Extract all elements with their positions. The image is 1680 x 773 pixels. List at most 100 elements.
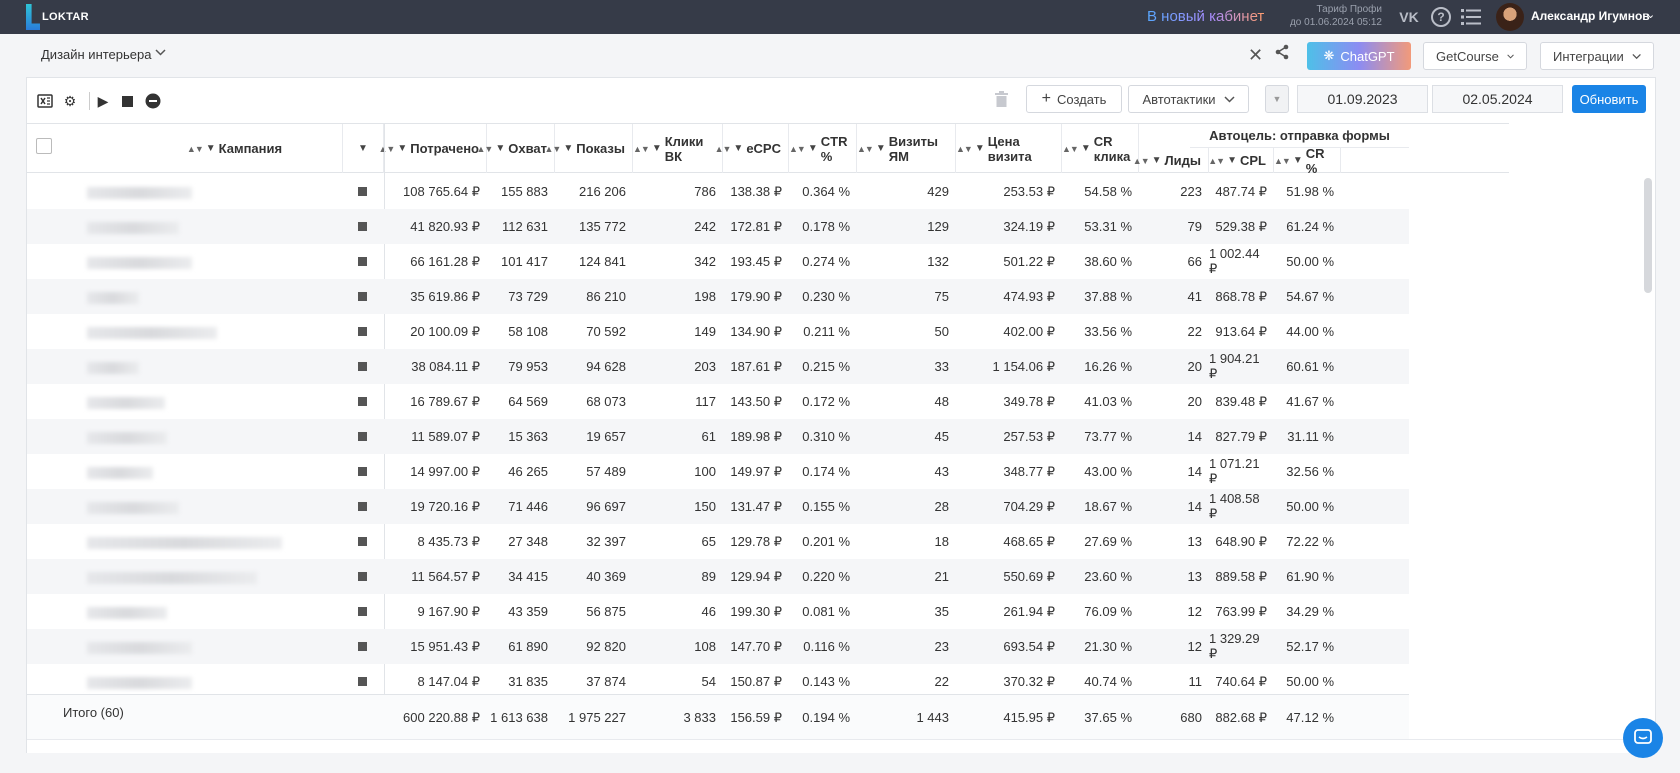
- filter-icon[interactable]: ▼: [1227, 155, 1237, 166]
- campaign-name-cell[interactable]: [27, 524, 384, 559]
- campaign-status-stop-icon[interactable]: [358, 607, 367, 616]
- campaign-name-cell[interactable]: [27, 314, 384, 349]
- sort-icon[interactable]: ▲▼: [715, 144, 732, 154]
- table-row[interactable]: 108 765.64 ₽ 155 883 216 206 786 138.38 ₽ 0.3…: [27, 174, 1409, 209]
- campaign-status-stop-icon[interactable]: [358, 572, 367, 581]
- campaign-status-stop-icon[interactable]: [358, 467, 367, 476]
- table-row[interactable]: 35 619.86 ₽ 73 729 86 210 198 179.90 ₽ 0.230 …: [27, 279, 1409, 314]
- table-row[interactable]: 20 100.09 ₽ 58 108 70 592 149 134.90 ₽ 0.211 …: [27, 314, 1409, 349]
- table-row[interactable]: 8 147.04 ₽ 31 835 37 874 54 150.87 ₽ 0.143 % 2…: [27, 664, 1409, 694]
- period-dropdown-button[interactable]: ▼: [1265, 85, 1289, 113]
- table-row[interactable]: 16 789.67 ₽ 64 569 68 073 117 143.50 ₽ 0.172 …: [27, 384, 1409, 419]
- table-row[interactable]: 11 564.57 ₽ 34 415 40 369 89 129.94 ₽ 0.220 %…: [27, 559, 1409, 594]
- sort-icon[interactable]: ▲▼: [857, 144, 874, 154]
- table-row[interactable]: 14 997.00 ₽ 46 265 57 489 100 149.97 ₽ 0.174 …: [27, 454, 1409, 489]
- column-header[interactable]: ▲▼ ▼ CPL: [1208, 148, 1274, 173]
- sort-icon[interactable]: ▲▼: [545, 144, 562, 154]
- filter-icon[interactable]: ▼: [876, 143, 886, 154]
- campaign-status-stop-icon[interactable]: [358, 432, 367, 441]
- horizontal-scroll-area[interactable]: [27, 739, 1655, 753]
- filter-icon[interactable]: ▼: [1293, 155, 1303, 166]
- play-icon[interactable]: ▶: [94, 92, 112, 110]
- column-header[interactable]: ▲▼ ▼ CR клика: [1062, 124, 1139, 173]
- campaign-name-cell[interactable]: [27, 489, 384, 524]
- remove-circle-icon[interactable]: [144, 92, 162, 110]
- campaign-status-stop-icon[interactable]: [358, 257, 367, 266]
- user-name[interactable]: Александр Игумнов: [1531, 9, 1650, 23]
- sort-icon[interactable]: ▲▼: [1274, 156, 1291, 166]
- chatgpt-button[interactable]: ❋ ChatGPT: [1307, 42, 1411, 70]
- sort-icon[interactable]: ▲▼: [1062, 144, 1079, 154]
- trash-icon[interactable]: [995, 91, 1008, 111]
- table-row[interactable]: 9 167.90 ₽ 43 359 56 875 46 199.30 ₽ 0.081 % 3…: [27, 594, 1409, 629]
- filter-icon[interactable]: ▼: [1152, 155, 1162, 166]
- column-header[interactable]: ▲▼ ▼ Визиты ЯМ: [857, 124, 956, 173]
- breadcrumb[interactable]: Дизайн интерьера: [41, 47, 151, 62]
- sort-icon[interactable]: ▲▼: [477, 144, 494, 154]
- autotactics-dropdown[interactable]: Автотактики: [1128, 85, 1249, 113]
- table-row[interactable]: 38 084.11 ₽ 79 953 94 628 203 187.61 ₽ 0.215 …: [27, 349, 1409, 384]
- share-icon[interactable]: [1274, 44, 1290, 65]
- table-row[interactable]: 8 435.73 ₽ 27 348 32 397 65 129.78 ₽ 0.201 % 1…: [27, 524, 1409, 559]
- chevron-down-icon[interactable]: ⌄: [1646, 8, 1655, 21]
- sort-icon[interactable]: ▲▼: [187, 144, 204, 154]
- sort-icon[interactable]: ▲▼: [379, 144, 396, 154]
- campaign-name-cell[interactable]: [27, 384, 384, 419]
- date-from-input[interactable]: 01.09.2023: [1297, 85, 1428, 113]
- column-header[interactable]: ▲▼ ▼ Лиды: [1133, 148, 1209, 173]
- logo[interactable]: LOKTAR: [26, 4, 89, 30]
- filter-icon[interactable]: ▼: [495, 143, 505, 154]
- sort-icon[interactable]: ▲▼: [633, 144, 650, 154]
- help-icon[interactable]: ?: [1430, 6, 1452, 28]
- excel-export-icon[interactable]: [36, 92, 54, 110]
- campaign-status-stop-icon[interactable]: [358, 502, 367, 511]
- campaign-status-stop-icon[interactable]: [358, 187, 367, 196]
- menu-list-icon[interactable]: [1460, 6, 1482, 28]
- update-button[interactable]: Обновить: [1572, 85, 1646, 113]
- campaign-name-cell[interactable]: [27, 209, 384, 244]
- filter-icon[interactable]: ▼: [733, 143, 743, 154]
- chat-support-button[interactable]: [1623, 718, 1663, 758]
- getcourse-dropdown[interactable]: GetCourse: [1423, 42, 1527, 70]
- scrollbar-thumb[interactable]: [1644, 178, 1652, 293]
- sort-icon[interactable]: ▲▼: [956, 144, 973, 154]
- table-row[interactable]: 66 161.28 ₽ 101 417 124 841 342 193.45 ₽ 0.27…: [27, 244, 1409, 279]
- campaign-name-cell[interactable]: [27, 349, 384, 384]
- column-header[interactable]: ▲▼ ▼ Клики ВК: [633, 124, 723, 173]
- filter-icon[interactable]: ▼: [563, 143, 573, 154]
- filter-icon[interactable]: ▼: [206, 143, 216, 154]
- campaign-status-stop-icon[interactable]: [358, 677, 367, 686]
- column-header[interactable]: ▲▼ ▼ Показы: [545, 124, 633, 173]
- table-row[interactable]: 41 820.93 ₽ 112 631 135 772 242 172.81 ₽ 0.17…: [27, 209, 1409, 244]
- avatar[interactable]: [1496, 3, 1524, 31]
- campaign-name-cell[interactable]: [27, 559, 384, 594]
- vk-icon[interactable]: VK: [1398, 6, 1420, 28]
- campaign-name-cell[interactable]: [27, 664, 384, 694]
- sort-icon[interactable]: ▲▼: [1133, 156, 1150, 166]
- campaign-status-stop-icon[interactable]: [358, 397, 367, 406]
- campaign-name-cell[interactable]: [27, 594, 384, 629]
- column-header[interactable]: ▲▼ ▼ CR %: [1274, 146, 1341, 176]
- campaign-name-cell[interactable]: [27, 629, 384, 664]
- table-row[interactable]: 19 720.16 ₽ 71 446 96 697 150 131.47 ₽ 0.155 …: [27, 489, 1409, 524]
- filter-icon[interactable]: ▼: [397, 143, 407, 154]
- sort-icon[interactable]: ▲▼: [789, 144, 806, 154]
- column-header[interactable]: ▲▼ ▼ eCPC: [715, 124, 789, 173]
- new-cabinet-link[interactable]: В новый кабинет: [1147, 8, 1264, 25]
- filter-icon[interactable]: ▼: [652, 143, 662, 154]
- filter-icon[interactable]: ▼: [808, 143, 818, 154]
- stop-icon[interactable]: [118, 92, 136, 110]
- table-row[interactable]: 11 589.07 ₽ 15 363 19 657 61 189.98 ₽ 0.310 %…: [27, 419, 1409, 454]
- chevron-down-icon[interactable]: [155, 47, 166, 59]
- campaign-status-stop-icon[interactable]: [358, 537, 367, 546]
- campaign-status-stop-icon[interactable]: [358, 362, 367, 371]
- gear-icon[interactable]: ⚙: [61, 92, 79, 110]
- column-header-campaign[interactable]: ▲▼ ▼ Кампания: [27, 124, 343, 173]
- campaign-name-cell[interactable]: [27, 454, 384, 489]
- column-header[interactable]: ▲▼ ▼ Потрачено: [379, 124, 487, 173]
- column-header[interactable]: ▲▼ ▼ CTR %: [789, 124, 857, 173]
- filter-icon[interactable]: ▼: [1081, 143, 1091, 154]
- campaign-status-stop-icon[interactable]: [358, 292, 367, 301]
- close-icon[interactable]: ✕: [1248, 45, 1263, 66]
- column-header[interactable]: ▲▼ ▼ Цена визита: [956, 124, 1062, 173]
